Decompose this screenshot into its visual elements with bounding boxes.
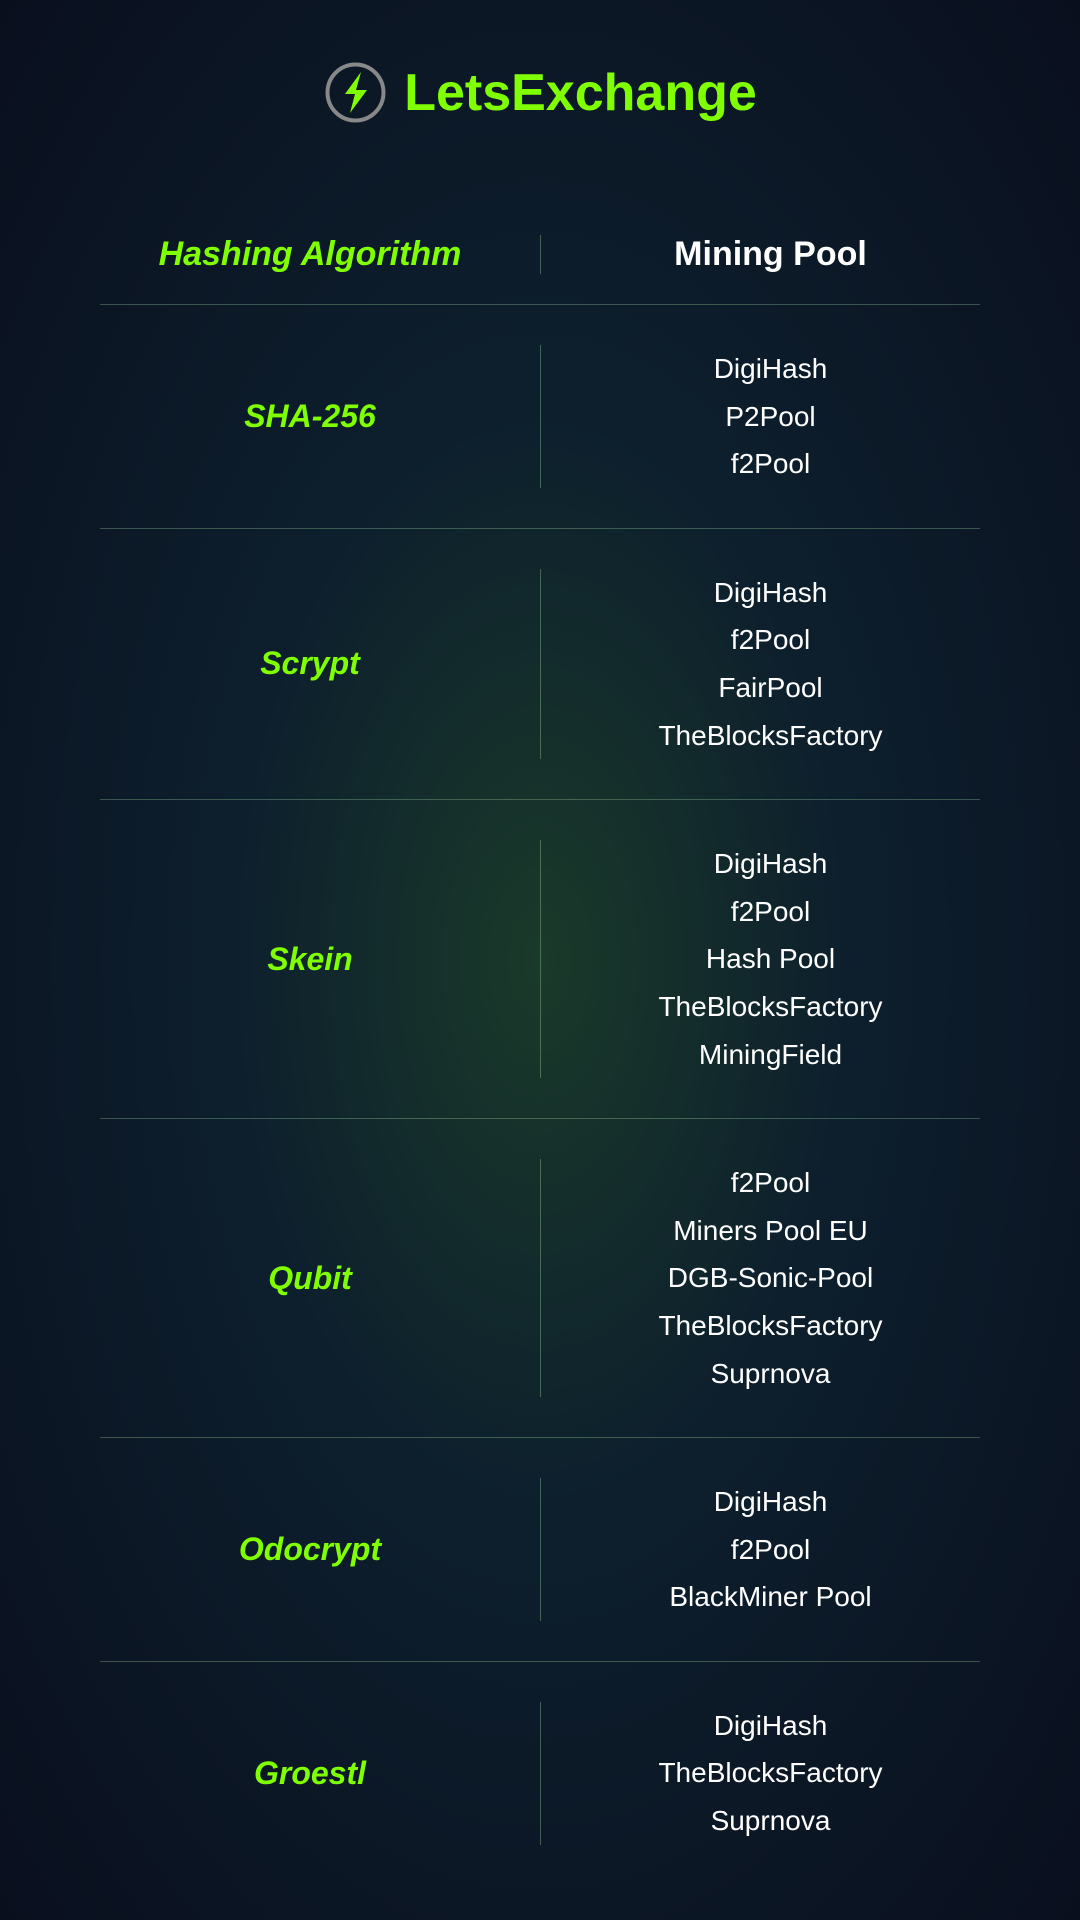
table-row: SHA-256 DigiHash P2Pool f2Pool [100, 305, 980, 528]
pool-item: TheBlocksFactory [658, 1749, 882, 1797]
pool-item: DigiHash [714, 569, 828, 617]
pool-item: DigiHash [714, 345, 828, 393]
pools-groestl: DigiHash TheBlocksFactory Suprnova [540, 1702, 980, 1845]
logo-text: LetsExchange [404, 63, 757, 123]
algorithm-scrypt: Scrypt [100, 569, 540, 759]
pools-odocrypt: DigiHash f2Pool BlackMiner Pool [540, 1478, 980, 1621]
pools-skein: DigiHash f2Pool Hash Pool TheBlocksFacto… [540, 840, 980, 1078]
pool-item: MiningField [699, 1031, 842, 1079]
pool-item: BlackMiner Pool [669, 1573, 871, 1621]
pool-item: f2Pool [731, 440, 810, 488]
pool-item: Miners Pool EU [673, 1207, 868, 1255]
table-row: Odocrypt DigiHash f2Pool BlackMiner Pool [100, 1438, 980, 1661]
pool-item: TheBlocksFactory [658, 712, 882, 760]
algorithm-qubit: Qubit [100, 1159, 540, 1397]
table-row: Qubit f2Pool Miners Pool EU DGB-Sonic-Po… [100, 1119, 980, 1437]
col2-header: Mining Pool [540, 235, 980, 274]
table-row: Groestl DigiHash TheBlocksFactory Suprno… [100, 1662, 980, 1885]
main-table: Hashing Algorithm Mining Pool SHA-256 Di… [100, 205, 980, 1885]
pool-item: f2Pool [731, 888, 810, 936]
pools-qubit: f2Pool Miners Pool EU DGB-Sonic-Pool The… [540, 1159, 980, 1397]
table-row: Skein DigiHash f2Pool Hash Pool TheBlock… [100, 800, 980, 1118]
pools-scrypt: DigiHash f2Pool FairPool TheBlocksFactor… [540, 569, 980, 759]
algorithm-odocrypt: Odocrypt [100, 1478, 540, 1621]
algorithm-groestl: Groestl [100, 1702, 540, 1845]
pool-item: f2Pool [731, 1526, 810, 1574]
logo-lets: Lets [404, 64, 511, 122]
pool-item: TheBlocksFactory [658, 1302, 882, 1350]
pool-item: DigiHash [714, 1478, 828, 1526]
pool-item: TheBlocksFactory [658, 983, 882, 1031]
pool-item: Suprnova [711, 1350, 831, 1398]
pool-item: FairPool [718, 664, 822, 712]
table-row: Scrypt DigiHash f2Pool FairPool TheBlock… [100, 529, 980, 799]
pool-item: DGB-Sonic-Pool [668, 1254, 873, 1302]
pool-item: Suprnova [711, 1797, 831, 1845]
pool-item: f2Pool [731, 1159, 810, 1207]
pool-item: DigiHash [714, 840, 828, 888]
pool-item: Hash Pool [706, 935, 835, 983]
algorithm-skein: Skein [100, 840, 540, 1078]
logo-exchange: Exchange [511, 64, 757, 122]
pool-item: DigiHash [714, 1702, 828, 1750]
page-header: LetsExchange [323, 0, 757, 205]
table-header-row: Hashing Algorithm Mining Pool [100, 205, 980, 304]
logo-icon [323, 60, 388, 125]
pool-item: f2Pool [731, 616, 810, 664]
pool-item: P2Pool [725, 393, 815, 441]
algorithm-sha256: SHA-256 [100, 345, 540, 488]
pools-sha256: DigiHash P2Pool f2Pool [540, 345, 980, 488]
col1-header: Hashing Algorithm [100, 235, 540, 274]
